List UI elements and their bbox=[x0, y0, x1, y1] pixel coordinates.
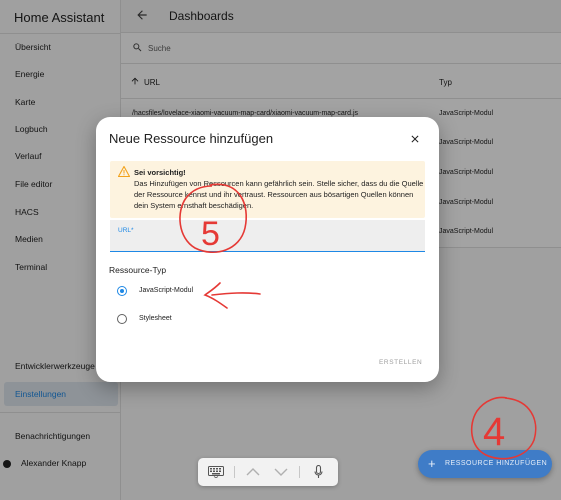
toolbar-separator bbox=[234, 466, 235, 478]
keyboard-toolbar bbox=[198, 458, 338, 486]
add-resource-dialog: Neue Ressource hinzufügen Sei vorsichtig… bbox=[96, 117, 439, 382]
url-field-label: URL* bbox=[118, 227, 134, 234]
keyboard-icon[interactable] bbox=[208, 466, 224, 478]
radio-label-javascript-module[interactable]: JavaScript-Modul bbox=[139, 287, 193, 294]
warning-title: Sei vorsichtig! bbox=[134, 168, 186, 177]
chevron-up-icon[interactable] bbox=[246, 467, 260, 477]
radio-javascript-module[interactable] bbox=[117, 286, 127, 296]
resource-type-label: Ressource-Typ bbox=[109, 265, 167, 275]
plus-icon: + bbox=[428, 456, 436, 471]
warning-text: Das Hinzufügen von Ressourcen kann gefäh… bbox=[134, 179, 424, 210]
add-resource-button[interactable]: + RESSOURCE HINZUFÜGEN bbox=[418, 450, 552, 478]
radio-label-stylesheet[interactable]: Stylesheet bbox=[139, 315, 172, 322]
dialog-title: Neue Ressource hinzufügen bbox=[109, 131, 274, 146]
radio-stylesheet[interactable] bbox=[117, 314, 127, 324]
microphone-icon[interactable] bbox=[314, 465, 323, 479]
close-icon[interactable] bbox=[409, 133, 421, 145]
add-resource-label: RESSOURCE HINZUFÜGEN bbox=[445, 460, 548, 467]
toolbar-separator bbox=[299, 466, 300, 478]
create-button[interactable]: ERSTELLEN bbox=[379, 359, 422, 366]
url-field[interactable]: URL* bbox=[110, 220, 425, 252]
chevron-down-icon[interactable] bbox=[274, 467, 288, 477]
warning-icon bbox=[118, 166, 130, 177]
warning-alert: Sei vorsichtig! Das Hinzufügen von Resso… bbox=[110, 161, 425, 218]
